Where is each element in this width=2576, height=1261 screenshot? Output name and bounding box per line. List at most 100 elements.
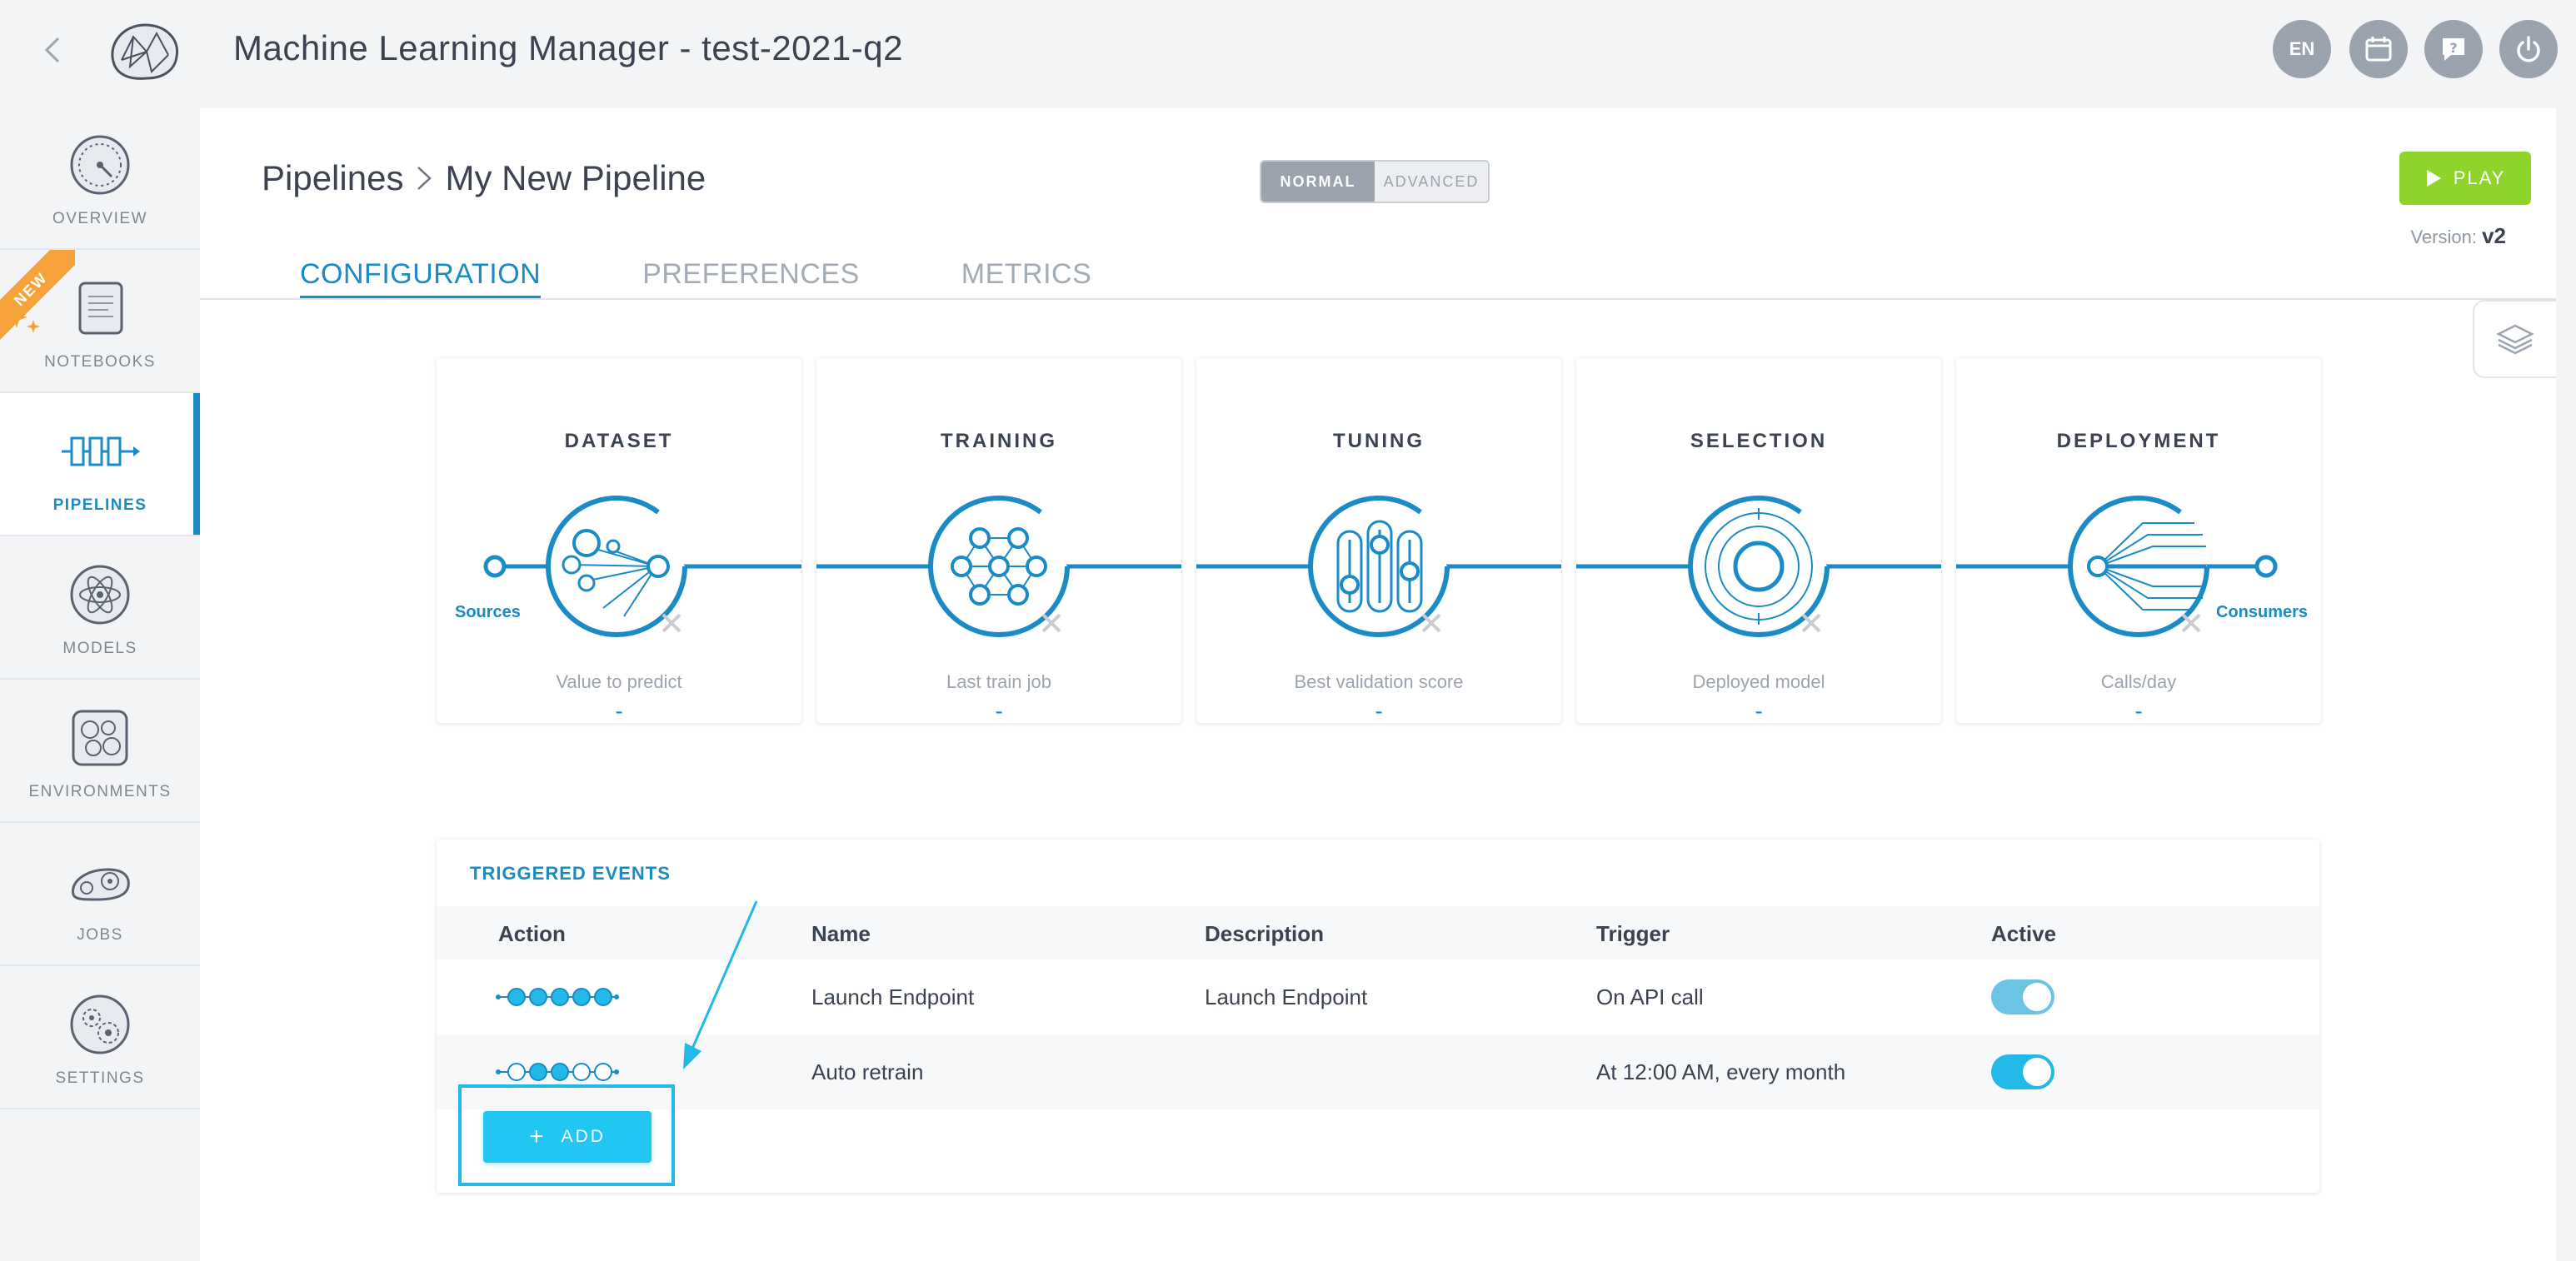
version-info: Version: v2 <box>2410 223 2506 249</box>
sidebar-item-pipelines[interactable]: PIPELINES <box>0 393 200 536</box>
tab-configuration[interactable]: CONFIGURATION <box>300 258 542 299</box>
layers-panel-button[interactable] <box>2473 300 2556 378</box>
stage-value: - <box>2134 698 2143 724</box>
brain-logo-icon <box>111 23 179 80</box>
column-header: Active <box>1991 921 2057 946</box>
selection-stage-icon <box>1576 496 1941 637</box>
stage-metric: Value to predict <box>556 671 682 692</box>
event-name: Auto retrain <box>811 1059 924 1084</box>
gears-icon <box>72 868 130 901</box>
column-header: Trigger <box>1596 921 1670 946</box>
pipeline-icon <box>62 436 140 466</box>
atom-icon <box>70 565 130 625</box>
column-header: Action <box>498 921 566 946</box>
sidebar-item-notebooks[interactable]: NOTEBOOKS NEW <box>0 250 200 393</box>
help-button[interactable]: ? <box>2424 20 2483 78</box>
stage-card-dataset[interactable]: DATASET Sources Value to predict - <box>437 358 801 724</box>
stage-title: TRAINING <box>941 430 1057 452</box>
event-description: Launch Endpoint <box>1205 984 1368 1009</box>
sources-label: Sources <box>455 603 521 621</box>
breadcrumb-current: My New Pipeline <box>445 158 706 197</box>
tab-bar: CONFIGURATION PREFERENCES METRICS <box>300 258 1193 299</box>
event-trigger: On API call <box>1596 984 1704 1009</box>
stage-card-tuning[interactable]: TUNING Best validation score - <box>1196 358 1561 724</box>
breadcrumb: Pipelines My New Pipeline <box>262 158 706 198</box>
calendar-button[interactable] <box>2349 20 2408 78</box>
language-label: EN <box>2289 38 2315 59</box>
annotation-arrow <box>683 900 758 1069</box>
stage-metric: Last train job <box>946 671 1051 692</box>
version-label: Version: <box>2410 227 2477 247</box>
mode-toggle: NORMAL ADVANCED <box>1260 160 1490 203</box>
new-ribbon: NEW <box>0 250 75 341</box>
tab-preferences[interactable]: PREFERENCES <box>642 258 860 299</box>
active-toggle[interactable] <box>1991 1054 2054 1089</box>
stage-title: DATASET <box>564 430 674 452</box>
event-name: Launch Endpoint <box>811 984 975 1009</box>
version-value: v2 <box>2482 223 2506 248</box>
sidebar-item-settings[interactable]: SETTINGS <box>0 966 200 1109</box>
play-button[interactable]: PLAY <box>2399 152 2531 205</box>
breadcrumb-pipelines[interactable]: Pipelines <box>262 158 403 198</box>
sidebar-item-environments[interactable]: ENVIRONMENTS <box>0 680 200 823</box>
new-badge: NEW <box>0 250 75 341</box>
stage-card-training[interactable]: TRAINING Last train job - <box>816 358 1181 724</box>
sidebar-item-label: OVERVIEW <box>52 210 148 227</box>
sidebar-item-label: MODELS <box>62 640 137 657</box>
app-title: Machine Learning Manager - test-2021-q2 <box>233 28 903 67</box>
chevron-right-icon <box>417 167 432 190</box>
stage-value: - <box>1375 698 1383 724</box>
tab-metrics[interactable]: METRICS <box>961 258 1092 299</box>
settings-icon <box>70 994 130 1054</box>
sidebar-item-label: ENVIRONMENTS <box>28 783 172 800</box>
add-label: ADD <box>561 1127 606 1146</box>
stage-title: TUNING <box>1333 430 1425 452</box>
plus-icon: + <box>529 1123 547 1150</box>
gauge-icon <box>70 135 130 195</box>
sidebar-item-label: NOTEBOOKS <box>44 353 156 371</box>
stage-title: SELECTION <box>1690 430 1828 452</box>
stage-metric: Calls/day <box>2100 671 2177 692</box>
chat-question-icon: ? <box>2443 38 2464 61</box>
column-header: Name <box>811 921 871 946</box>
layers-icon <box>2496 324 2534 355</box>
sidebar-item-label: JOBS <box>77 926 123 944</box>
sparkle-icon <box>6 307 40 333</box>
stage-card-deployment[interactable]: DEPLOYMENT Consumers Calls/day - <box>1956 358 2321 724</box>
consumers-label: Consumers <box>2216 603 2309 621</box>
training-stage-icon <box>816 496 1181 637</box>
event-trigger: At 12:00 AM, every month <box>1596 1059 1846 1084</box>
stage-value: - <box>615 698 623 724</box>
add-event-button[interactable]: + ADD <box>483 1111 651 1163</box>
retrain-action-icon <box>496 1063 619 1081</box>
back-arrow-icon[interactable] <box>37 33 70 67</box>
active-toggle[interactable] <box>1991 979 2054 1014</box>
stage-title: DEPLOYMENT <box>2056 430 2221 452</box>
sidebar: OVERVIEW NOTEBOOKS NEW PIPELINES MODELS … <box>0 107 200 1114</box>
sidebar-item-models[interactable]: MODELS <box>0 536 200 680</box>
events-title: TRIGGERED EVENTS <box>470 863 671 884</box>
stage-metric: Best validation score <box>1294 671 1464 692</box>
tuning-stage-icon <box>1196 496 1561 637</box>
pipeline-stages: DATASET Sources Value to predict - TRAIN… <box>437 358 2321 724</box>
sidebar-item-label: SETTINGS <box>55 1069 145 1087</box>
language-button[interactable]: EN <box>2273 20 2331 78</box>
mode-advanced-button[interactable]: ADVANCED <box>1375 162 1488 202</box>
environment-icon <box>72 710 128 766</box>
stage-card-selection[interactable]: SELECTION Deployed model - <box>1576 358 1941 724</box>
sidebar-item-jobs[interactable]: JOBS <box>0 823 200 966</box>
stage-value: - <box>1755 698 1763 724</box>
calendar-icon <box>2365 37 2392 62</box>
power-button[interactable] <box>2499 20 2558 78</box>
stage-metric: Deployed model <box>1692 671 1825 692</box>
top-bar: Machine Learning Manager - test-2021-q2 … <box>0 0 2576 107</box>
notebook-icon <box>78 282 123 335</box>
tabs-divider <box>200 298 2556 300</box>
power-icon <box>2517 36 2540 62</box>
mode-normal-button[interactable]: NORMAL <box>1261 162 1375 202</box>
sidebar-item-label: PIPELINES <box>52 496 147 514</box>
stage-value: - <box>995 698 1003 724</box>
play-icon <box>2426 170 2441 187</box>
pipeline-action-icon <box>496 988 619 1006</box>
sidebar-item-overview[interactable]: OVERVIEW <box>0 107 200 250</box>
